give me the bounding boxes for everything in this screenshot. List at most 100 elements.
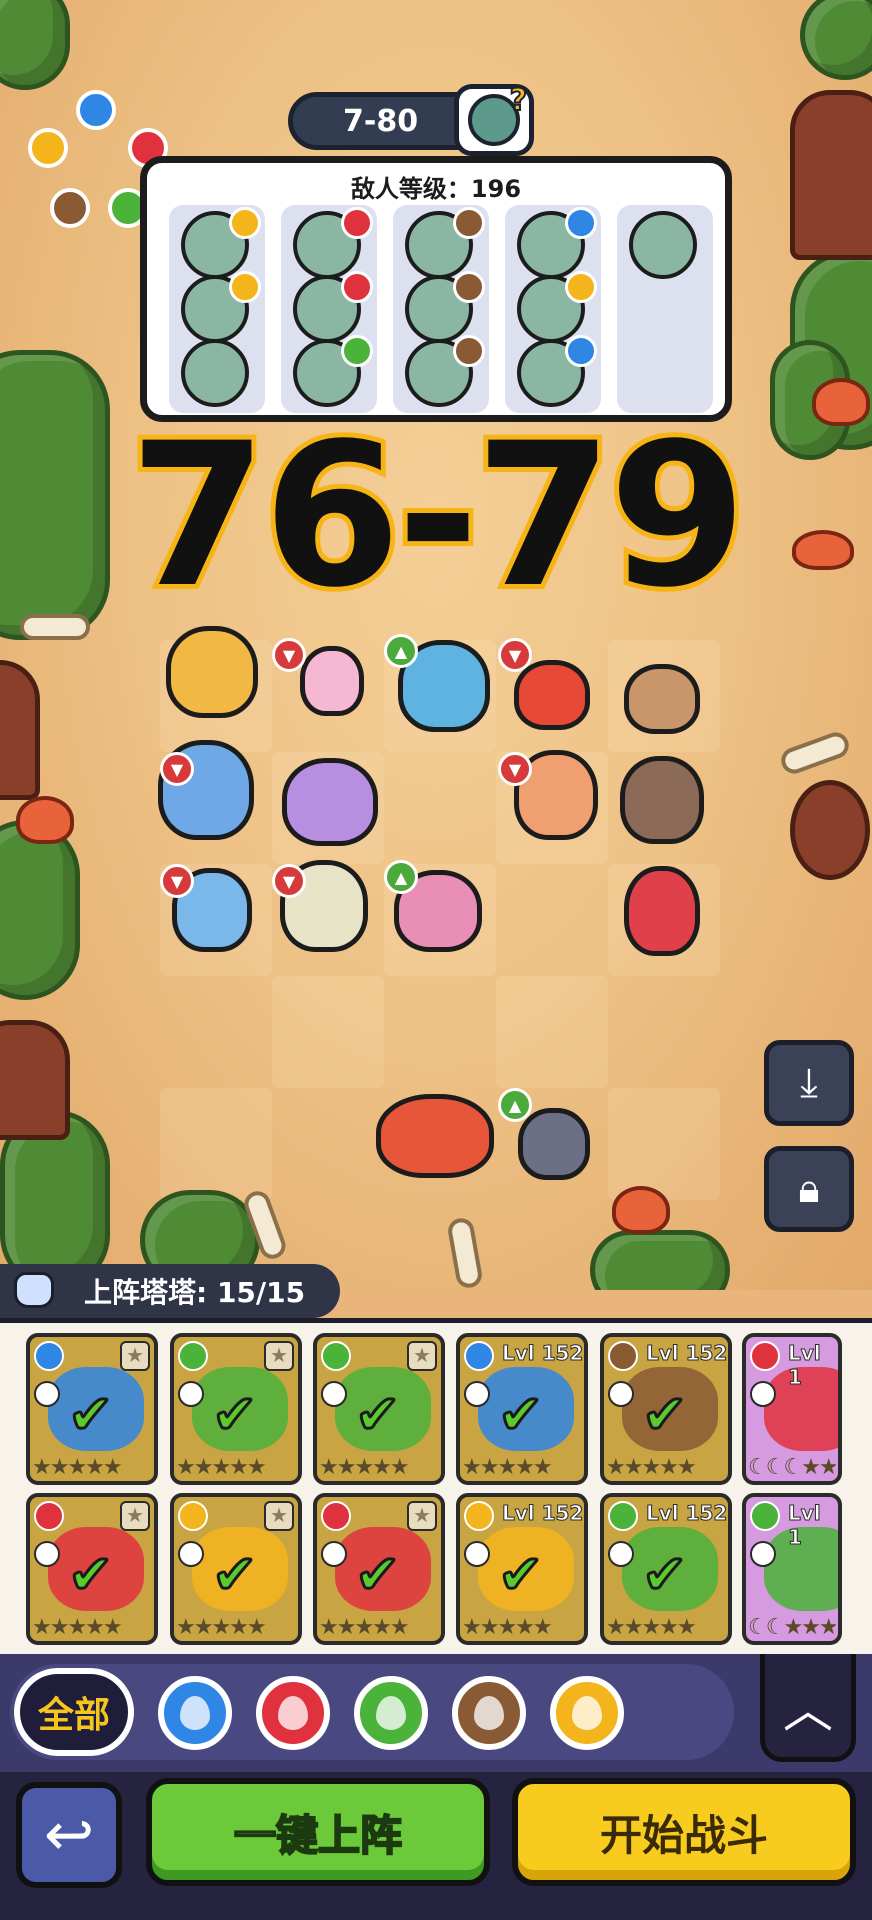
earth-element-icon bbox=[453, 271, 485, 303]
role-icon bbox=[608, 1541, 634, 1567]
tower-unit-hedgehog[interactable] bbox=[624, 664, 700, 734]
role-icon bbox=[750, 1381, 776, 1407]
boss-info-button[interactable]: ? bbox=[454, 82, 534, 156]
favorite-star-icon[interactable]: ★ bbox=[264, 1341, 294, 1371]
flower-decoration bbox=[612, 1186, 670, 1234]
water-element-icon bbox=[565, 207, 597, 239]
lock-icon: 🔒︎ bbox=[798, 1166, 820, 1212]
role-icon bbox=[608, 1381, 634, 1407]
favorite-star-icon[interactable]: ★ bbox=[120, 1341, 150, 1371]
enemy-portrait bbox=[629, 211, 697, 279]
auto-deploy-button[interactable]: 一键上阵 bbox=[146, 1778, 490, 1886]
tower-card[interactable]: Lvl 152 ✔ ★★★★★ bbox=[456, 1493, 588, 1645]
question-mark-icon: ? bbox=[509, 82, 528, 119]
download-tray-icon: ⤓ bbox=[800, 1060, 818, 1106]
star-rating: ☾☾★★★ bbox=[748, 1615, 836, 1639]
flower-decoration bbox=[16, 796, 74, 844]
enemy-wave-panel: 敌人等级：196 bbox=[140, 156, 732, 422]
element-filter-bar: 全部 ︿ bbox=[0, 1654, 872, 1772]
start-battle-button[interactable]: 开始战斗 bbox=[512, 1778, 856, 1886]
enemy-column bbox=[281, 205, 377, 413]
tower-unit-red-snake[interactable] bbox=[514, 660, 590, 730]
tower-unit-purple-fox[interactable] bbox=[282, 758, 378, 846]
level-text: 7-80 bbox=[343, 103, 419, 139]
favorite-star-icon[interactable]: ★ bbox=[264, 1501, 294, 1531]
card-level: Lvl 152 bbox=[501, 1501, 584, 1526]
tower-card[interactable]: ★ ✔ ★★★★★ bbox=[313, 1493, 445, 1645]
tower-unit-fire-squirrel[interactable] bbox=[376, 1094, 494, 1178]
cactus-decoration bbox=[800, 0, 872, 80]
thumbs-down-icon: ▼ bbox=[498, 638, 532, 672]
earth-element-icon bbox=[453, 335, 485, 367]
grid-tile bbox=[496, 976, 608, 1088]
filter-grass-button[interactable] bbox=[354, 1676, 428, 1750]
thunder-element-icon bbox=[464, 1501, 494, 1531]
tower-card[interactable]: ★ ✔ ★★★★★ bbox=[26, 1333, 158, 1485]
card-level: Lvl 152 bbox=[645, 1501, 728, 1526]
water-element-icon bbox=[76, 90, 116, 130]
tower-card[interactable]: Lvl 152 ✔ ★★★★★ bbox=[600, 1493, 732, 1645]
thunder-element-icon bbox=[565, 271, 597, 303]
tower-unit-raccoon[interactable] bbox=[518, 1108, 590, 1180]
earth-element-icon bbox=[608, 1341, 638, 1371]
enemy-column bbox=[169, 205, 265, 413]
tower-card[interactable]: Lvl 1 ☾☾★★★ bbox=[742, 1493, 842, 1645]
rock-decoration bbox=[790, 90, 872, 260]
star-rating: ★★★★★ bbox=[319, 1455, 410, 1479]
filter-thunder-button[interactable] bbox=[550, 1676, 624, 1750]
fire-element-icon bbox=[278, 1696, 308, 1730]
tower-card[interactable]: ★ ✔ ★★★★★ bbox=[313, 1333, 445, 1485]
star-rating: ★★★★★ bbox=[32, 1615, 123, 1639]
bone-decoration bbox=[446, 1216, 484, 1290]
filter-water-button[interactable] bbox=[158, 1676, 232, 1750]
grid-tile bbox=[160, 1088, 272, 1200]
favorite-star-icon[interactable]: ★ bbox=[407, 1501, 437, 1531]
favorite-star-icon[interactable]: ★ bbox=[120, 1501, 150, 1531]
collapse-tray-button[interactable]: ︿ bbox=[760, 1654, 856, 1762]
star-rating: ★★★★★ bbox=[606, 1455, 697, 1479]
bone-decoration bbox=[777, 728, 853, 778]
auto-arrange-button[interactable]: ⤓ bbox=[764, 1040, 854, 1126]
tower-card[interactable]: ★ ✔ ★★★★★ bbox=[170, 1493, 302, 1645]
deployed-towers-counter: 上阵塔塔: 15/15 bbox=[0, 1264, 340, 1318]
enemy-portrait bbox=[181, 339, 249, 407]
thumbs-down-icon: ▼ bbox=[160, 864, 194, 898]
favorite-star-icon[interactable]: ★ bbox=[407, 1341, 437, 1371]
deployed-check-icon: ✔ bbox=[66, 1542, 114, 1608]
role-icon bbox=[178, 1541, 204, 1567]
tower-card[interactable]: Lvl 1 ☾☾☾★★ bbox=[742, 1333, 842, 1485]
role-icon bbox=[464, 1541, 490, 1567]
role-icon bbox=[34, 1381, 60, 1407]
tower-card[interactable]: ★ ✔ ★★★★★ bbox=[26, 1493, 158, 1645]
role-icon bbox=[321, 1381, 347, 1407]
water-element-icon bbox=[34, 1341, 64, 1371]
earth-element-icon bbox=[50, 188, 90, 228]
grid-tile bbox=[608, 1088, 720, 1200]
cactus-decoration bbox=[590, 1230, 730, 1290]
filter-earth-button[interactable] bbox=[452, 1676, 526, 1750]
water-element-icon bbox=[565, 335, 597, 367]
tower-card[interactable]: Lvl 152 ✔ ★★★★★ bbox=[600, 1333, 732, 1485]
earth-element-icon bbox=[474, 1696, 504, 1730]
thunder-element-icon bbox=[229, 207, 261, 239]
deployed-check-icon: ✔ bbox=[353, 1542, 401, 1608]
role-icon bbox=[34, 1541, 60, 1567]
tower-unit-raccoon-gunner[interactable] bbox=[620, 756, 704, 844]
thunder-element-icon bbox=[28, 128, 68, 168]
fire-element-icon bbox=[341, 207, 373, 239]
tower-card[interactable]: Lvl 152 ✔ ★★★★★ bbox=[456, 1333, 588, 1485]
enemy-column bbox=[393, 205, 489, 413]
filter-fire-button[interactable] bbox=[256, 1676, 330, 1750]
deployed-check-icon: ✔ bbox=[496, 1382, 544, 1448]
tower-unit-pink-dragon[interactable] bbox=[300, 646, 364, 716]
back-button[interactable]: ↩ bbox=[16, 1782, 122, 1888]
fire-element-icon bbox=[341, 271, 373, 303]
star-rating: ★★★★★ bbox=[176, 1455, 267, 1479]
tower-card[interactable]: ★ ✔ ★★★★★ bbox=[170, 1333, 302, 1485]
lock-button[interactable]: 🔒︎ bbox=[764, 1146, 854, 1232]
deployed-check-icon: ✔ bbox=[210, 1382, 258, 1448]
tower-unit-lion[interactable] bbox=[166, 626, 258, 718]
earth-element-icon bbox=[453, 207, 485, 239]
filter-all-button[interactable]: 全部 bbox=[14, 1668, 134, 1756]
tower-unit-rose[interactable] bbox=[624, 866, 700, 956]
